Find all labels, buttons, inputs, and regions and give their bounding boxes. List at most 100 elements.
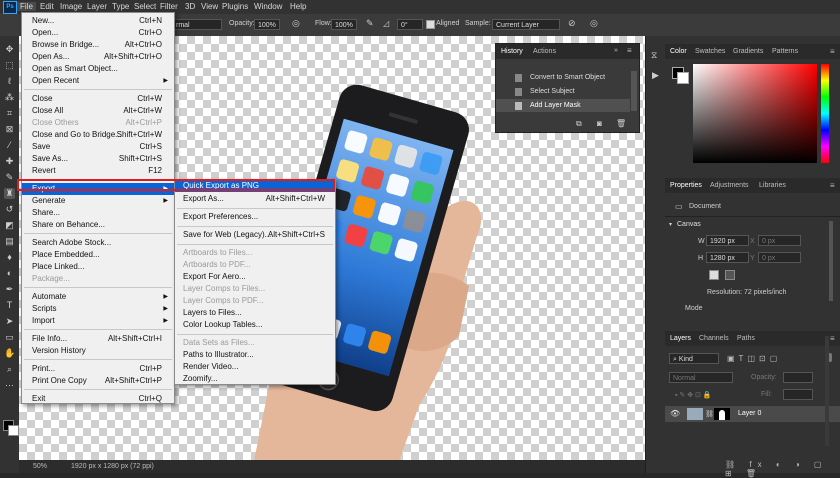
file-menu-item[interactable]: Close and Go to Bridge... Shift+Ctrl+W [22, 129, 174, 141]
file-menu-item[interactable]: Place Embedded... [22, 249, 174, 261]
tab-paths[interactable]: Paths [737, 335, 755, 342]
ignore-adjustments-icon[interactable]: ⊘ [568, 18, 576, 29]
properties-scrollbar[interactable] [829, 221, 833, 301]
tab-adjustments[interactable]: Adjustments [710, 182, 749, 189]
layer-fill-field[interactable] [783, 389, 813, 400]
tab-swatches[interactable]: Swatches [695, 48, 725, 55]
tab-properties[interactable]: Properties [670, 182, 702, 189]
file-menu-item[interactable]: Save As... Shift+Ctrl+S [22, 153, 174, 165]
file-menu-item[interactable]: Automate ▶ [22, 291, 174, 303]
shape-tool-icon[interactable]: ▭ [4, 332, 15, 343]
width-field[interactable]: 1920 px [706, 235, 749, 246]
file-menu-item[interactable]: Print... Ctrl+P [22, 363, 174, 375]
file-menu-item[interactable]: Generate ▶ [22, 195, 174, 207]
crop-tool-icon[interactable]: ⌗ [4, 108, 15, 119]
file-menu-item[interactable]: Open... Ctrl+O [22, 27, 174, 39]
panel-menu-icon[interactable]: ≡ [627, 46, 632, 55]
height-field[interactable]: 1280 px [706, 252, 749, 263]
path-select-tool-icon[interactable]: ➤ [4, 316, 15, 327]
airbrush-icon[interactable]: ✎ [366, 18, 374, 29]
marquee-tool-icon[interactable]: ⬚ [4, 60, 15, 71]
frame-tool-icon[interactable]: ⊠ [4, 124, 15, 135]
menu-filter[interactable]: Filter [160, 2, 178, 11]
blur-tool-icon[interactable]: ♦ [4, 252, 15, 263]
tab-patterns[interactable]: Patterns [772, 48, 798, 55]
file-menu-item[interactable]: Place Linked... [22, 261, 174, 273]
layer-name[interactable]: Layer 0 [738, 410, 761, 417]
history-item-selected[interactable]: Add Layer Mask [496, 99, 630, 112]
type-tool-icon[interactable]: T [4, 300, 15, 311]
menu-edit[interactable]: Edit [40, 2, 54, 11]
color-picker-field[interactable] [693, 64, 817, 163]
history-panel-icon[interactable]: ⧖ [651, 50, 657, 61]
file-menu-item[interactable]: File Info... Alt+Shift+Ctrl+I [22, 333, 174, 345]
pressure-size-icon[interactable]: ◎ [590, 18, 598, 29]
layer-row[interactable]: 👁 ⛓ Layer 0 [665, 406, 840, 422]
pressure-opacity-icon[interactable]: ◎ [292, 18, 300, 29]
export-menu-item-quick-export[interactable]: Quick Export as PNG [175, 180, 335, 192]
eyedropper-tool-icon[interactable]: ⁄ [4, 140, 15, 151]
clone-stamp-tool-icon[interactable]: ♜ [4, 188, 15, 199]
tab-color[interactable]: Color [670, 48, 687, 55]
export-menu-item[interactable]: Layers to Files... [175, 307, 335, 319]
y-field[interactable]: 0 px [758, 252, 801, 263]
panel-menu-icon[interactable]: ≡ [830, 181, 835, 190]
layer-actions-icons[interactable]: ⛓ fx ◐ ◑ ▢ ⊞ 🗑 [725, 460, 840, 478]
collapse-icon[interactable]: » [614, 47, 618, 54]
tab-gradients[interactable]: Gradients [733, 48, 763, 55]
file-menu-item[interactable]: Save Ctrl+S [22, 141, 174, 153]
panel-menu-icon[interactable]: ≡ [830, 334, 835, 343]
panel-menu-icon[interactable]: ≡ [830, 47, 835, 56]
export-menu-item[interactable]: Export For Aero... [175, 271, 335, 283]
actions-panel-icon[interactable]: ▶ [652, 70, 659, 81]
file-menu-item[interactable]: Close Ctrl+W [22, 93, 174, 105]
layer-filter-icons[interactable]: ▣T◫⊡▢ [727, 354, 781, 363]
tab-actions[interactable]: Actions [533, 48, 556, 55]
file-menu-item[interactable]: Open Recent ▶ [22, 75, 174, 87]
tab-libraries[interactable]: Libraries [759, 182, 786, 189]
history-brush-tool-icon[interactable]: ↺ [4, 204, 15, 215]
opacity-field[interactable]: 100% [254, 19, 280, 30]
tab-layers[interactable]: Layers [670, 335, 691, 342]
blend-mode-dropdown[interactable]: Normal [669, 372, 733, 383]
quick-select-tool-icon[interactable]: ⁂ [4, 92, 15, 103]
file-menu-item[interactable]: Exit Ctrl+Q [22, 393, 174, 405]
dodge-tool-icon[interactable]: ◐ [4, 268, 15, 279]
file-menu-item[interactable]: Search Adobe Stock... [22, 237, 174, 249]
file-menu-item[interactable]: Print One Copy Alt+Shift+Ctrl+P [22, 375, 174, 387]
flow-field[interactable]: 100% [331, 19, 357, 30]
layer-opacity-field[interactable] [783, 372, 813, 383]
eraser-tool-icon[interactable]: ◩ [4, 220, 15, 231]
menu-window[interactable]: Window [254, 2, 282, 11]
menu-help[interactable]: Help [290, 2, 306, 11]
file-menu-item[interactable]: Import ▶ [22, 315, 174, 327]
tab-channels[interactable]: Channels [699, 335, 729, 342]
file-menu-item[interactable]: Share... [22, 207, 174, 219]
layer-filter-dropdown[interactable]: ⌕ Kind [669, 353, 719, 364]
file-menu-item[interactable]: Browse in Bridge... Alt+Ctrl+O [22, 39, 174, 51]
menu-file[interactable]: File [17, 2, 36, 11]
zoom-level[interactable]: 50% [33, 463, 47, 470]
x-field[interactable]: 0 px [758, 235, 801, 246]
more-tools-icon[interactable]: ⋯ [4, 380, 15, 391]
hand-tool-icon[interactable]: ✋ [4, 348, 15, 359]
menu-image[interactable]: Image [60, 2, 82, 11]
file-menu-item[interactable]: Revert F12 [22, 165, 174, 177]
visibility-eye-icon[interactable]: 👁 [670, 409, 680, 418]
menu-select[interactable]: Select [134, 2, 156, 11]
sample-dropdown[interactable]: Current Layer [492, 19, 560, 30]
file-menu-item[interactable]: Close All Alt+Ctrl+W [22, 105, 174, 117]
portrait-orientation-icon[interactable] [709, 270, 719, 280]
chevron-down-icon[interactable]: ▾ [669, 221, 672, 228]
healing-tool-icon[interactable]: ✚ [4, 156, 15, 167]
landscape-orientation-icon[interactable] [725, 270, 735, 280]
file-menu-item[interactable]: Scripts ▶ [22, 303, 174, 315]
new-document-from-state-icon[interactable]: ⧉ [576, 119, 582, 129]
background-swatch[interactable] [677, 72, 689, 84]
file-menu-item[interactable]: Open as Smart Object... [22, 63, 174, 75]
layers-scrollbar[interactable] [825, 336, 829, 446]
lasso-tool-icon[interactable]: ℓ [4, 76, 15, 87]
layer-mask-thumbnail[interactable] [714, 408, 730, 420]
export-menu-item[interactable]: Render Video... [175, 361, 335, 373]
file-menu-item-export[interactable]: Export ▶ [22, 183, 174, 195]
